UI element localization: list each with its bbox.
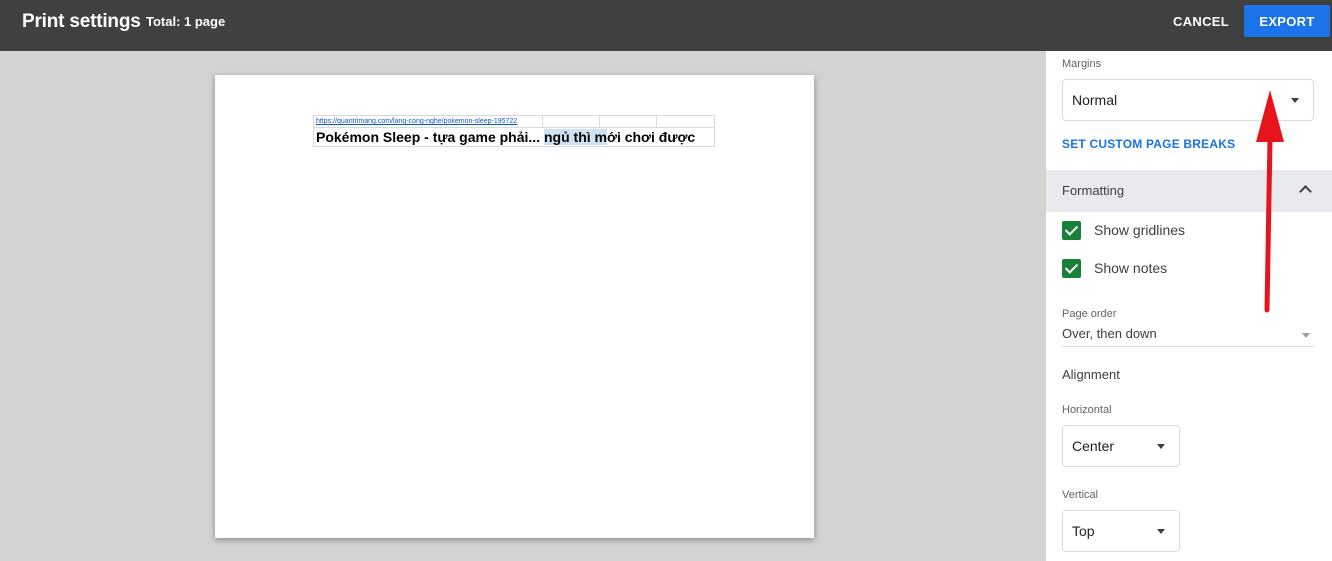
dropdown-arrow-icon xyxy=(1157,529,1165,534)
article-title-highlight: ngủ thì m xyxy=(543,129,607,145)
vertical-label: Vertical xyxy=(1062,489,1099,501)
horizontal-value: Center xyxy=(1072,438,1115,454)
page-order-label: Page order xyxy=(1062,308,1117,320)
alignment-heading: Alignment xyxy=(1062,367,1120,382)
horizontal-label: Horizontal xyxy=(1062,404,1112,416)
show-notes-label: Show notes xyxy=(1094,260,1168,276)
table-row: Pokémon Sleep - tựa game phải... ngủ thì… xyxy=(313,127,715,147)
checkbox-checked-icon xyxy=(1062,259,1081,278)
dropdown-arrow-icon xyxy=(1302,332,1310,338)
dropdown-arrow-icon xyxy=(1291,98,1299,103)
margins-label: Margins xyxy=(1062,58,1102,70)
url-link: https://quantrimang.com/lang-cong-nghe/p… xyxy=(316,118,518,125)
preview-page: https://quantrimang.com/lang-cong-nghe/p… xyxy=(215,75,814,538)
page-order-value: Over, then down xyxy=(1062,326,1157,341)
print-preview-area: https://quantrimang.com/lang-cong-nghe/p… xyxy=(0,51,1046,561)
dropdown-arrow-icon xyxy=(1157,444,1165,449)
margins-value: Normal xyxy=(1072,92,1118,108)
top-bar: Print settings Total: 1 page CANCEL EXPO… xyxy=(0,0,1332,51)
article-title-part1: Pokémon Sleep - tựa game phải... xyxy=(316,129,544,145)
page-order-select[interactable]: Over, then down xyxy=(1062,323,1314,347)
table-row: https://quantrimang.com/lang-cong-nghe/p… xyxy=(313,115,715,128)
sheet-preview-table: https://quantrimang.com/lang-cong-nghe/p… xyxy=(313,115,715,147)
page-title: Print settings xyxy=(22,11,141,32)
page-count: Total: 1 page xyxy=(146,14,226,29)
article-title-part2: ới chơi được xyxy=(606,129,696,145)
export-button[interactable]: EXPORT xyxy=(1244,5,1330,37)
empty-cell xyxy=(541,115,600,128)
vertical-value: Top xyxy=(1072,523,1095,539)
cancel-button[interactable]: CANCEL xyxy=(1164,6,1238,36)
checkbox-checked-icon xyxy=(1062,221,1081,240)
url-cell: https://quantrimang.com/lang-cong-nghe/p… xyxy=(313,115,543,128)
settings-panel: Margins Normal SET CUSTOM PAGE BREAKS Fo… xyxy=(1046,51,1332,561)
horizontal-align-select[interactable]: Center xyxy=(1062,425,1180,467)
empty-cell xyxy=(598,115,658,128)
vertical-align-select[interactable]: Top xyxy=(1062,510,1180,552)
formatting-section-header[interactable]: Formatting xyxy=(1046,170,1332,212)
formatting-label: Formatting xyxy=(1062,183,1125,198)
show-gridlines-label: Show gridlines xyxy=(1094,222,1186,238)
chevron-up-icon xyxy=(1299,185,1312,198)
article-title-cell: Pokémon Sleep - tựa game phải... ngủ thì… xyxy=(313,127,715,147)
empty-cell xyxy=(656,115,715,128)
set-custom-page-breaks-link[interactable]: SET CUSTOM PAGE BREAKS xyxy=(1062,137,1235,151)
margins-select[interactable]: Normal xyxy=(1062,79,1314,121)
